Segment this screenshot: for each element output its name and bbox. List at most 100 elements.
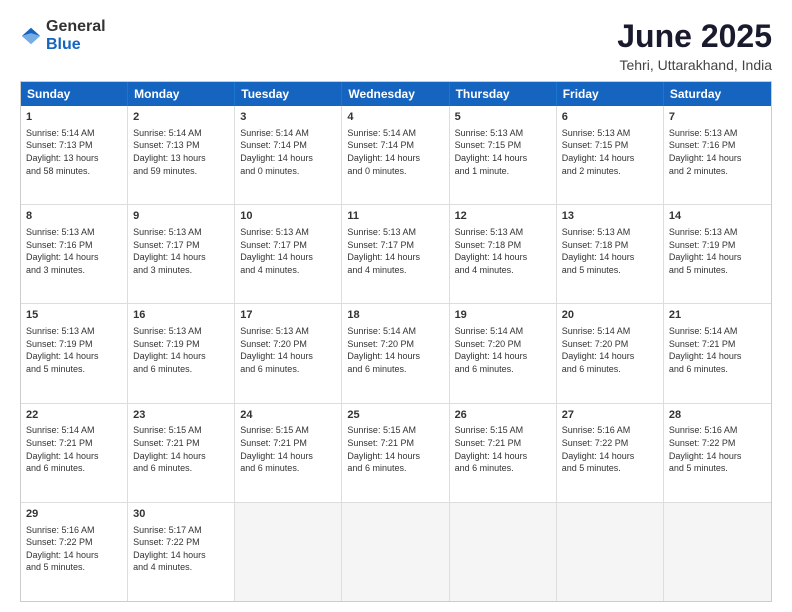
calendar-cell: 28Sunrise: 5:16 AM Sunset: 7:22 PM Dayli… [664,404,771,502]
day-number: 1 [26,110,122,125]
calendar-cell: 8 Sunrise: 5:13 AM Sunset: 7:16 PM Daylig… [21,205,128,303]
day-number: 11 [347,209,443,224]
calendar-cell: 3 Sunrise: 5:14 AM Sunset: 7:14 PM Daylig… [235,106,342,204]
cell-info: Sunrise: 5:16 AM Sunset: 7:22 PM Dayligh… [26,524,122,574]
cell-info: Sunrise: 5:13 AM Sunset: 7:16 PM Dayligh… [669,127,766,177]
day-number: 20 [562,308,658,323]
calendar-cell: 27Sunrise: 5:16 AM Sunset: 7:22 PM Dayli… [557,404,664,502]
location: Tehri, Uttarakhand, India [617,57,772,73]
calendar: SundayMondayTuesdayWednesdayThursdayFrid… [20,81,772,602]
calendar-cell: 24Sunrise: 5:15 AM Sunset: 7:21 PM Dayli… [235,404,342,502]
calendar-cell: 7Sunrise: 5:13 AM Sunset: 7:16 PM Daylig… [664,106,771,204]
cell-info: Sunrise: 5:14 AM Sunset: 7:21 PM Dayligh… [669,325,766,375]
day-number: 27 [562,408,658,423]
calendar-cell: 17Sunrise: 5:13 AM Sunset: 7:20 PM Dayli… [235,304,342,402]
cell-info: Sunrise: 5:15 AM Sunset: 7:21 PM Dayligh… [240,424,336,474]
calendar-row: 29 Sunrise: 5:16 AM Sunset: 7:22 PM Dayli… [21,503,771,601]
calendar-cell: 9 Sunrise: 5:13 AM Sunset: 7:17 PM Daylig… [128,205,235,303]
day-number: 3 [240,110,336,125]
day-number: 30 [133,507,229,522]
day-number: 24 [240,408,336,423]
calendar-cell: 23Sunrise: 5:15 AM Sunset: 7:21 PM Dayli… [128,404,235,502]
logo-blue: Blue [46,36,81,53]
calendar-row: 15Sunrise: 5:13 AM Sunset: 7:19 PM Dayli… [21,304,771,403]
calendar-row: 1 Sunrise: 5:14 AM Sunset: 7:13 PM Daylig… [21,106,771,205]
day-number: 16 [133,308,229,323]
calendar-cell: 26Sunrise: 5:15 AM Sunset: 7:21 PM Dayli… [450,404,557,502]
day-number: 26 [455,408,551,423]
calendar-cell: 29 Sunrise: 5:16 AM Sunset: 7:22 PM Dayli… [21,503,128,601]
calendar-cell: 11 Sunrise: 5:13 AM Sunset: 7:17 PM Dayli… [342,205,449,303]
cell-info: Sunrise: 5:16 AM Sunset: 7:22 PM Dayligh… [669,424,766,474]
calendar-cell: 1 Sunrise: 5:14 AM Sunset: 7:13 PM Daylig… [21,106,128,204]
day-number: 6 [562,110,658,125]
logo-general: General [46,18,106,35]
calendar-cell: 5Sunrise: 5:13 AM Sunset: 7:15 PM Daylig… [450,106,557,204]
calendar-header-cell: Tuesday [235,82,342,106]
calendar-cell: 13 Sunrise: 5:13 AM Sunset: 7:18 PM Dayli… [557,205,664,303]
day-number: 23 [133,408,229,423]
day-number: 14 [669,209,766,224]
cell-info: Sunrise: 5:15 AM Sunset: 7:21 PM Dayligh… [347,424,443,474]
cell-info: Sunrise: 5:13 AM Sunset: 7:19 PM Dayligh… [26,325,122,375]
header-right: June 2025 Tehri, Uttarakhand, India [617,18,772,73]
cell-info: Sunrise: 5:13 AM Sunset: 7:19 PM Dayligh… [669,226,766,276]
cell-info: Sunrise: 5:17 AM Sunset: 7:22 PM Dayligh… [133,524,229,574]
calendar-cell: 12 Sunrise: 5:13 AM Sunset: 7:18 PM Dayli… [450,205,557,303]
day-number: 19 [455,308,551,323]
day-number: 21 [669,308,766,323]
day-number: 5 [455,110,551,125]
day-number: 29 [26,507,122,522]
cell-info: Sunrise: 5:16 AM Sunset: 7:22 PM Dayligh… [562,424,658,474]
calendar-row: 22Sunrise: 5:14 AM Sunset: 7:21 PM Dayli… [21,404,771,503]
cell-info: Sunrise: 5:13 AM Sunset: 7:17 PM Dayligh… [133,226,229,276]
cell-info: Sunrise: 5:14 AM Sunset: 7:13 PM Dayligh… [133,127,229,177]
calendar-cell: 10Sunrise: 5:13 AM Sunset: 7:17 PM Dayli… [235,205,342,303]
cell-info: Sunrise: 5:13 AM Sunset: 7:15 PM Dayligh… [562,127,658,177]
day-number: 18 [347,308,443,323]
calendar-cell: 22Sunrise: 5:14 AM Sunset: 7:21 PM Dayli… [21,404,128,502]
calendar-header-cell: Monday [128,82,235,106]
calendar-cell [557,503,664,601]
day-number: 25 [347,408,443,423]
month-title: June 2025 [617,18,772,55]
top-section: General Blue June 2025 Tehri, Uttarakhan… [20,18,772,73]
calendar-cell [450,503,557,601]
cell-info: Sunrise: 5:14 AM Sunset: 7:20 PM Dayligh… [455,325,551,375]
calendar-body: 1 Sunrise: 5:14 AM Sunset: 7:13 PM Daylig… [21,106,771,601]
calendar-header-cell: Wednesday [342,82,449,106]
logo-icon [20,25,42,47]
cell-info: Sunrise: 5:13 AM Sunset: 7:16 PM Dayligh… [26,226,122,276]
cell-info: Sunrise: 5:15 AM Sunset: 7:21 PM Dayligh… [133,424,229,474]
calendar-cell: 4Sunrise: 5:14 AM Sunset: 7:14 PM Daylig… [342,106,449,204]
logo: General Blue [20,18,106,54]
calendar-cell: 6 Sunrise: 5:13 AM Sunset: 7:15 PM Daylig… [557,106,664,204]
calendar-header-cell: Thursday [450,82,557,106]
calendar-cell: 30 Sunrise: 5:17 AM Sunset: 7:22 PM Dayli… [128,503,235,601]
calendar-cell: 21 Sunrise: 5:14 AM Sunset: 7:21 PM Dayli… [664,304,771,402]
calendar-cell: 19 Sunrise: 5:14 AM Sunset: 7:20 PM Dayli… [450,304,557,402]
cell-info: Sunrise: 5:13 AM Sunset: 7:17 PM Dayligh… [347,226,443,276]
day-number: 13 [562,209,658,224]
day-number: 8 [26,209,122,224]
cell-info: Sunrise: 5:13 AM Sunset: 7:18 PM Dayligh… [455,226,551,276]
calendar-header: SundayMondayTuesdayWednesdayThursdayFrid… [21,82,771,106]
calendar-cell: 15Sunrise: 5:13 AM Sunset: 7:19 PM Dayli… [21,304,128,402]
cell-info: Sunrise: 5:14 AM Sunset: 7:13 PM Dayligh… [26,127,122,177]
cell-info: Sunrise: 5:14 AM Sunset: 7:14 PM Dayligh… [240,127,336,177]
cell-info: Sunrise: 5:13 AM Sunset: 7:19 PM Dayligh… [133,325,229,375]
calendar-cell: 18 Sunrise: 5:14 AM Sunset: 7:20 PM Dayli… [342,304,449,402]
day-number: 28 [669,408,766,423]
cell-info: Sunrise: 5:13 AM Sunset: 7:20 PM Dayligh… [240,325,336,375]
calendar-cell: 2Sunrise: 5:14 AM Sunset: 7:13 PM Daylig… [128,106,235,204]
cell-info: Sunrise: 5:14 AM Sunset: 7:20 PM Dayligh… [562,325,658,375]
calendar-cell: 25Sunrise: 5:15 AM Sunset: 7:21 PM Dayli… [342,404,449,502]
calendar-cell [664,503,771,601]
calendar-cell: 16 Sunrise: 5:13 AM Sunset: 7:19 PM Dayli… [128,304,235,402]
cell-info: Sunrise: 5:13 AM Sunset: 7:18 PM Dayligh… [562,226,658,276]
day-number: 12 [455,209,551,224]
page: General Blue June 2025 Tehri, Uttarakhan… [0,0,792,612]
day-number: 9 [133,209,229,224]
calendar-header-cell: Friday [557,82,664,106]
cell-info: Sunrise: 5:14 AM Sunset: 7:20 PM Dayligh… [347,325,443,375]
